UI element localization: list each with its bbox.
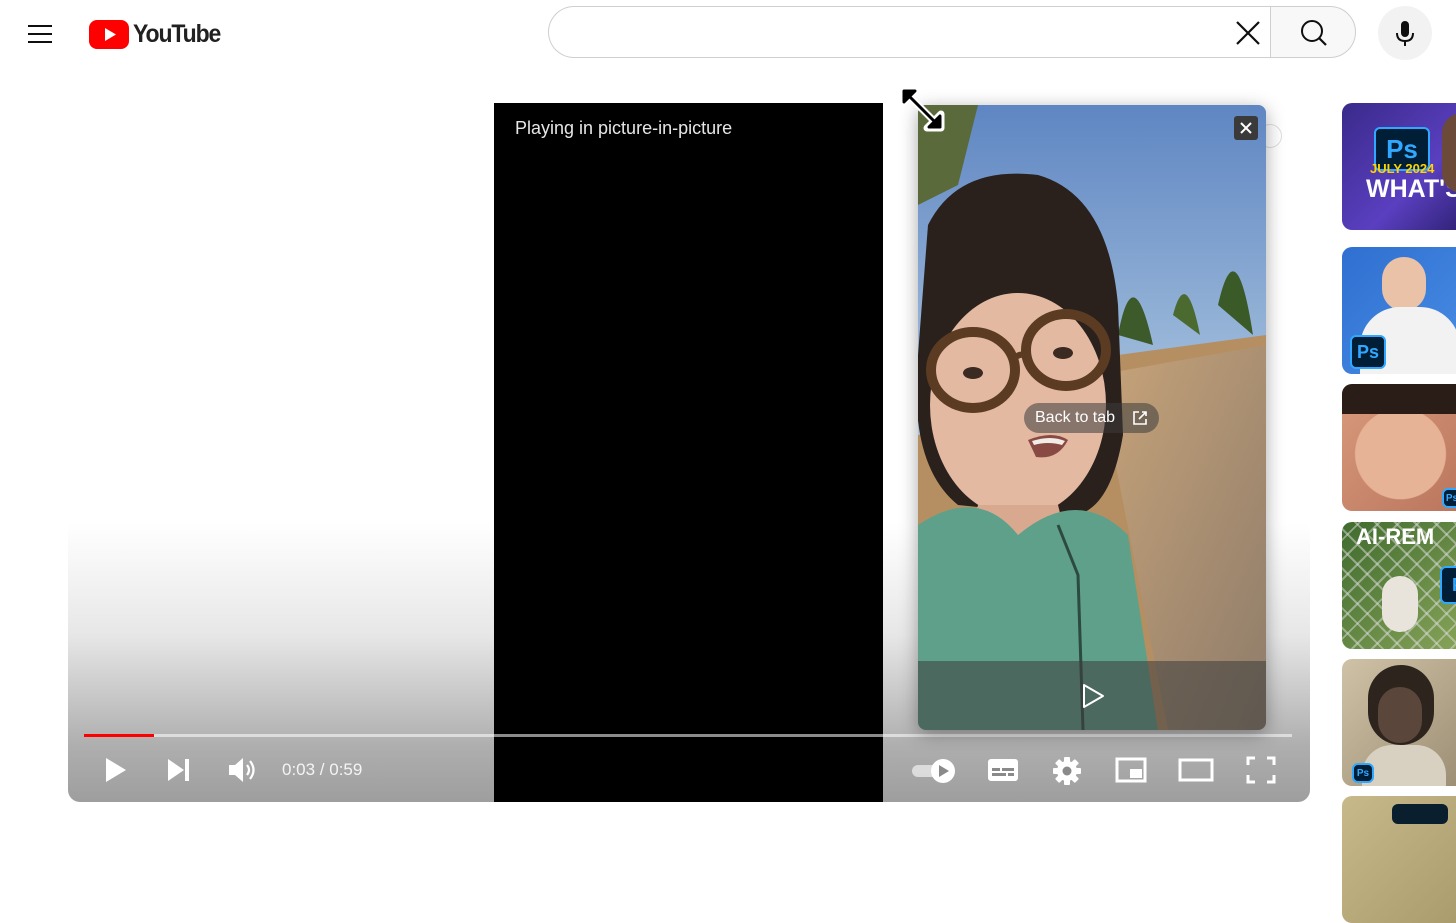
bird-figure — [1382, 576, 1418, 632]
portrait-dress — [1362, 745, 1446, 786]
recommendation-thumbnail-1[interactable]: Ps JULY 2024 WHAT'S — [1342, 103, 1456, 230]
clear-search-button[interactable] — [1228, 13, 1268, 53]
theater-mode-icon — [1178, 758, 1214, 782]
settings-button[interactable] — [1051, 755, 1083, 787]
mute-button[interactable] — [226, 755, 260, 785]
thumbnail-caption-top: JULY 2024 — [1370, 161, 1435, 176]
recommendation-thumbnail-4[interactable]: AI-REM P — [1342, 522, 1456, 649]
gear-icon — [1053, 757, 1081, 785]
youtube-logo[interactable]: YouTube — [89, 18, 228, 50]
ps-badge: P — [1440, 566, 1456, 604]
progress-bar[interactable] — [84, 734, 1292, 737]
pip-placeholder-frame: Playing in picture-in-picture — [494, 103, 883, 802]
portrait-face — [1378, 687, 1422, 743]
autoplay-toggle[interactable] — [910, 757, 960, 785]
recommendation-thumbnail-5[interactable]: Ps — [1342, 659, 1456, 786]
thumbnail-badge-shape — [1392, 804, 1448, 824]
resize-diagonal-cursor-icon — [899, 86, 945, 132]
pip-close-button[interactable] — [1234, 116, 1258, 140]
back-to-tab-button[interactable]: Back to tab — [1024, 403, 1160, 433]
miniplayer-button[interactable] — [1114, 755, 1148, 785]
fullscreen-button[interactable] — [1245, 755, 1277, 785]
volume-icon — [229, 758, 255, 782]
pip-status-text: Playing in picture-in-picture — [515, 118, 733, 138]
picture-in-picture-window[interactable]: Back to tab — [918, 105, 1266, 730]
search-icon — [1301, 20, 1327, 46]
recommendation-thumbnail-2[interactable]: Ps — [1342, 247, 1456, 374]
play-icon — [1083, 684, 1104, 708]
search-button[interactable] — [1270, 6, 1356, 58]
microphone-icon — [1396, 21, 1414, 46]
back-to-tab-label: Back to tab — [1035, 409, 1116, 426]
ps-badge: Ps — [1350, 335, 1386, 369]
theater-mode-button[interactable] — [1178, 755, 1214, 785]
thumbnail-caption: AI-REM — [1356, 524, 1435, 549]
open-in-tab-icon — [1133, 411, 1147, 425]
presenter-figure — [1442, 113, 1456, 193]
autoplay-icon — [912, 759, 955, 783]
recommendation-thumbnail-6[interactable] — [1342, 796, 1456, 923]
search-input[interactable] — [569, 20, 1213, 48]
miniplayer-icon — [1115, 757, 1147, 783]
play-button[interactable] — [100, 755, 130, 785]
subtitles-icon — [988, 759, 1018, 781]
voice-search-button[interactable] — [1378, 6, 1432, 60]
ps-badge: Ps — [1442, 488, 1456, 508]
time-display: 0:03 / 0:59 — [282, 760, 363, 779]
fullscreen-icon — [1246, 756, 1276, 784]
presenter-face — [1382, 257, 1426, 311]
close-icon — [1236, 21, 1260, 45]
play-icon — [106, 758, 126, 782]
skip-next-icon — [168, 759, 189, 781]
pip-play-button[interactable] — [1078, 681, 1108, 711]
portrait-hair — [1342, 384, 1456, 414]
recommendation-thumbnail-3[interactable]: Ps — [1342, 384, 1456, 511]
next-button[interactable] — [164, 755, 194, 785]
guide-menu-button[interactable] — [24, 17, 58, 51]
search-box — [548, 6, 1270, 58]
youtube-play-logo-icon — [89, 19, 129, 49]
pip-controls-bar — [918, 661, 1266, 730]
close-icon — [1240, 122, 1252, 134]
subtitles-button[interactable] — [986, 755, 1020, 785]
logo-text: YouTube — [133, 19, 221, 48]
progress-played — [84, 734, 155, 737]
ps-badge: Ps — [1352, 763, 1374, 783]
